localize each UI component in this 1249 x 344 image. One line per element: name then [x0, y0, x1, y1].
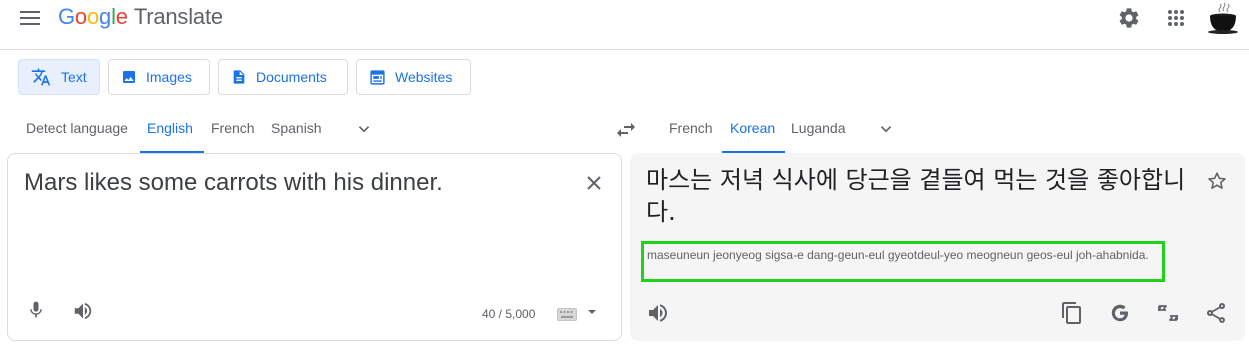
- logo-letter: e: [115, 4, 128, 29]
- translated-text: 마스는 저녁 식사에 당근을 곁들여 먹는 것을 좋아합니다.: [646, 166, 1186, 226]
- swap-languages-icon[interactable]: [614, 118, 638, 142]
- logo-letter: g: [99, 4, 112, 29]
- listen-translation-speaker-icon[interactable]: [646, 301, 670, 325]
- text-mode-label: Text: [61, 69, 87, 85]
- google-search-g-icon[interactable]: [1108, 301, 1132, 325]
- character-count: 40 / 5,000: [482, 307, 536, 321]
- websites-mode-button[interactable]: Websites: [356, 59, 471, 95]
- save-translation-star-icon[interactable]: [1206, 170, 1228, 192]
- clear-source-close-icon[interactable]: [582, 171, 606, 195]
- target-lang-korean[interactable]: Korean: [730, 120, 775, 136]
- documents-mode-label: Documents: [256, 69, 327, 85]
- share-translation-icon[interactable]: [1204, 301, 1228, 325]
- source-lang-french[interactable]: French: [211, 120, 255, 136]
- google-apps-icon[interactable]: [1164, 6, 1188, 30]
- logo-letter: G: [58, 4, 75, 29]
- voice-input-microphone-icon[interactable]: [26, 299, 46, 321]
- source-text-input[interactable]: Mars likes some carrots with his dinner.: [24, 168, 564, 198]
- source-more-languages-chevron-down-icon[interactable]: [355, 120, 373, 138]
- image-icon: [123, 71, 135, 83]
- text-mode-button[interactable]: Text: [18, 59, 100, 95]
- google-translate-logo[interactable]: Google Translate: [58, 4, 223, 30]
- romanization-text: maseuneun jeonyeog sigsa-e dang-geun-eul…: [641, 241, 1165, 282]
- product-name: Translate: [133, 4, 223, 29]
- target-more-languages-chevron-down-icon[interactable]: [877, 120, 895, 138]
- images-mode-label: Images: [146, 69, 192, 85]
- source-text-panel: Mars likes some carrots with his dinner.…: [7, 153, 622, 341]
- account-avatar[interactable]: [1206, 2, 1240, 34]
- images-mode-button[interactable]: Images: [108, 59, 210, 95]
- target-lang-luganda[interactable]: Luganda: [791, 120, 846, 136]
- logo-letter: o: [86, 4, 100, 29]
- source-lang-detect[interactable]: Detect language: [26, 120, 128, 136]
- documents-mode-button[interactable]: Documents: [218, 59, 348, 95]
- source-lang-english[interactable]: English: [147, 120, 193, 136]
- translate-icon: [31, 68, 51, 86]
- settings-gear-icon[interactable]: [1117, 6, 1141, 30]
- rate-translation-feedback-icon[interactable]: [1156, 301, 1180, 325]
- source-lang-spanish[interactable]: Spanish: [271, 120, 322, 136]
- document-icon: [233, 70, 245, 84]
- target-lang-french[interactable]: French: [669, 120, 713, 136]
- websites-mode-label: Websites: [395, 69, 453, 85]
- input-tools-chevron-down-icon[interactable]: [588, 310, 596, 314]
- app-header: Google Translate: [0, 0, 1249, 50]
- listen-source-speaker-icon[interactable]: [71, 300, 95, 322]
- website-icon: [370, 69, 385, 85]
- logo-letter: o: [74, 4, 87, 29]
- main-menu-icon[interactable]: [19, 8, 41, 28]
- target-text-panel: 마스는 저녁 식사에 당근을 곁들여 먹는 것을 좋아합니다. maseuneu…: [630, 153, 1245, 341]
- keyboard-icon[interactable]: [557, 308, 577, 321]
- copy-translation-icon[interactable]: [1060, 301, 1084, 325]
